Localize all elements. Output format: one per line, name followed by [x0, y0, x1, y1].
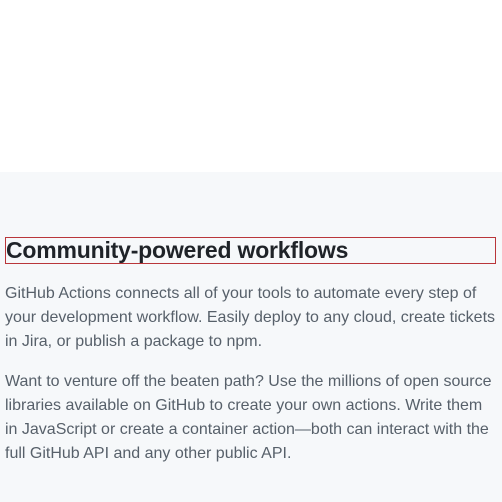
description-paragraph-2: Want to venture off the beaten path? Use…: [5, 373, 492, 462]
description-paragraph-1: GitHub Actions connects all of your tool…: [5, 285, 496, 350]
page: Community-powered workflows GitHub Actio…: [0, 0, 502, 502]
section-title: Community-powered workflows: [6, 237, 349, 263]
blank-top-area: [0, 0, 502, 172]
